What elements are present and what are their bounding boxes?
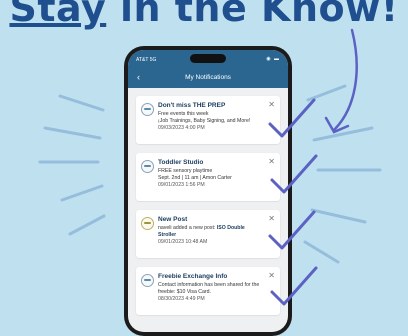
checkmark-icon: [268, 210, 316, 250]
checkmark-icon: [270, 266, 318, 306]
checkmark-icon: [270, 154, 318, 194]
checkmark-overlays: [268, 98, 318, 306]
checkmark-icon: [268, 98, 316, 138]
